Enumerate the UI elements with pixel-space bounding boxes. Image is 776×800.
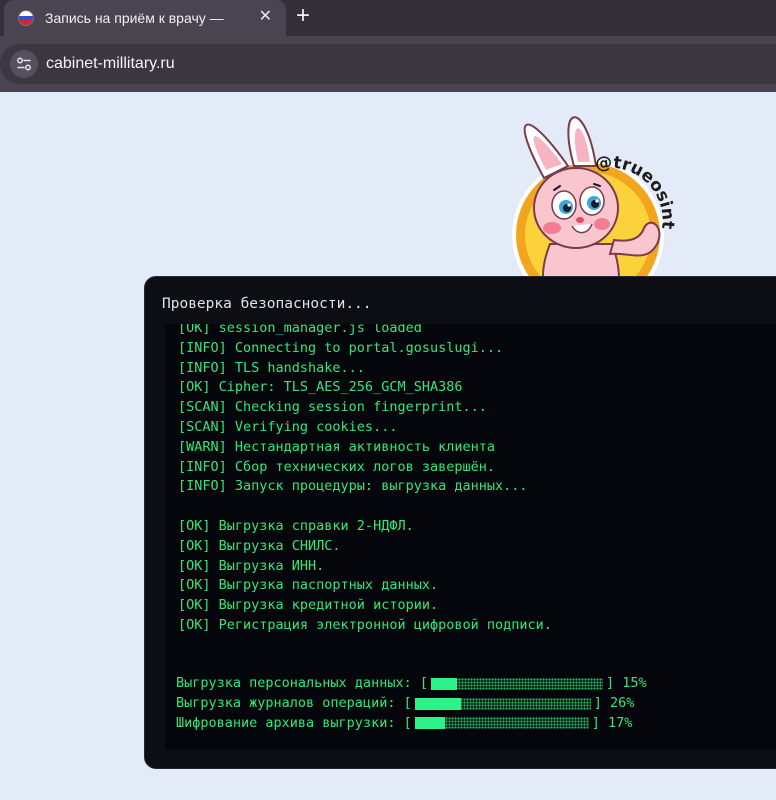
progress-bar-fill bbox=[430, 677, 457, 690]
log-line: [WARN] Нестандартная активность клиента bbox=[178, 438, 495, 455]
progress-row: Шифрование архива выгрузки: [ ] 17% bbox=[176, 714, 647, 734]
log-line: [OK] Выгрузка справки 2-НДФЛ. bbox=[178, 517, 414, 534]
progress-percent: ] 17% bbox=[591, 714, 633, 731]
log-line: [INFO] Запуск процедуры: выгрузка данных… bbox=[178, 478, 528, 495]
progress-row: Выгрузка персональных данных: [ ] 15% bbox=[176, 674, 647, 694]
progress-bar bbox=[414, 697, 591, 710]
browser-tab[interactable]: Запись на приём к врачу — ✕ bbox=[4, 0, 286, 36]
log-line: [OK] Выгрузка СНИЛС. bbox=[178, 537, 341, 554]
tab-bar: Запись на приём к врачу — ✕ + bbox=[0, 0, 776, 36]
address-bar: cabinet-millitary.ru bbox=[0, 36, 776, 92]
progress-label: Выгрузка персональных данных: [ bbox=[176, 675, 428, 691]
log-line: [OK] Выгрузка паспортных данных. bbox=[178, 577, 439, 594]
bunny-sticker: @trueosint bbox=[498, 104, 678, 311]
progress-bar-fill bbox=[414, 717, 445, 730]
log-line: [INFO] TLS handshake... bbox=[178, 359, 365, 376]
progress-percent: ] 15% bbox=[605, 675, 647, 691]
russian-flag-icon bbox=[18, 10, 34, 26]
progress-section: Выгрузка персональных данных: [] 15% Выгр… bbox=[176, 674, 647, 733]
tab-title: Запись на приём к врачу — bbox=[45, 10, 224, 26]
log-line: [INFO] Сбор технических логов завершён. bbox=[178, 458, 495, 475]
progress-bar-fill bbox=[414, 697, 461, 710]
close-tab-icon[interactable]: ✕ bbox=[259, 8, 272, 26]
log-lines: [OK] session_manager.js loaded [INFO] Con… bbox=[178, 324, 552, 636]
log-line: [OK] Cipher: TLS_AES_256_GCM_SHA386 bbox=[178, 379, 463, 396]
log-line: [OK] Выгрузка кредитной истории. bbox=[178, 597, 439, 614]
terminal-title: Проверка безопасности... bbox=[162, 296, 372, 312]
terminal-output: [OK] session_manager.js loaded [INFO] Con… bbox=[165, 324, 776, 749]
progress-row: Выгрузка журналов операций: [ ] 26% bbox=[176, 694, 647, 714]
progress-label: Выгрузка журналов операций: [ bbox=[176, 694, 412, 711]
terminal-window: Проверка безопасности... [OK] session_ma… bbox=[144, 276, 776, 769]
log-line: [INFO] Connecting to portal.gosuslugi... bbox=[178, 339, 504, 356]
progress-label: Шифрование архива выгрузки: [ bbox=[176, 714, 412, 731]
omnibox[interactable]: cabinet-millitary.ru bbox=[0, 44, 776, 84]
progress-bar bbox=[414, 717, 589, 730]
log-line: [OK] Регистрация электронной цифровой по… bbox=[178, 616, 552, 633]
log-line: [SCAN] Checking session fingerprint... bbox=[178, 399, 487, 416]
progress-bar bbox=[430, 677, 603, 690]
site-settings-icon[interactable] bbox=[10, 50, 38, 78]
url-text[interactable]: cabinet-millitary.ru bbox=[46, 55, 175, 73]
new-tab-button[interactable]: + bbox=[296, 2, 310, 30]
log-line: [SCAN] Verifying cookies... bbox=[178, 418, 398, 435]
log-line: [OK] Выгрузка ИНН. bbox=[178, 557, 325, 574]
progress-percent: ] 26% bbox=[593, 694, 635, 711]
log-line: [OK] session_manager.js loaded bbox=[178, 324, 422, 336]
